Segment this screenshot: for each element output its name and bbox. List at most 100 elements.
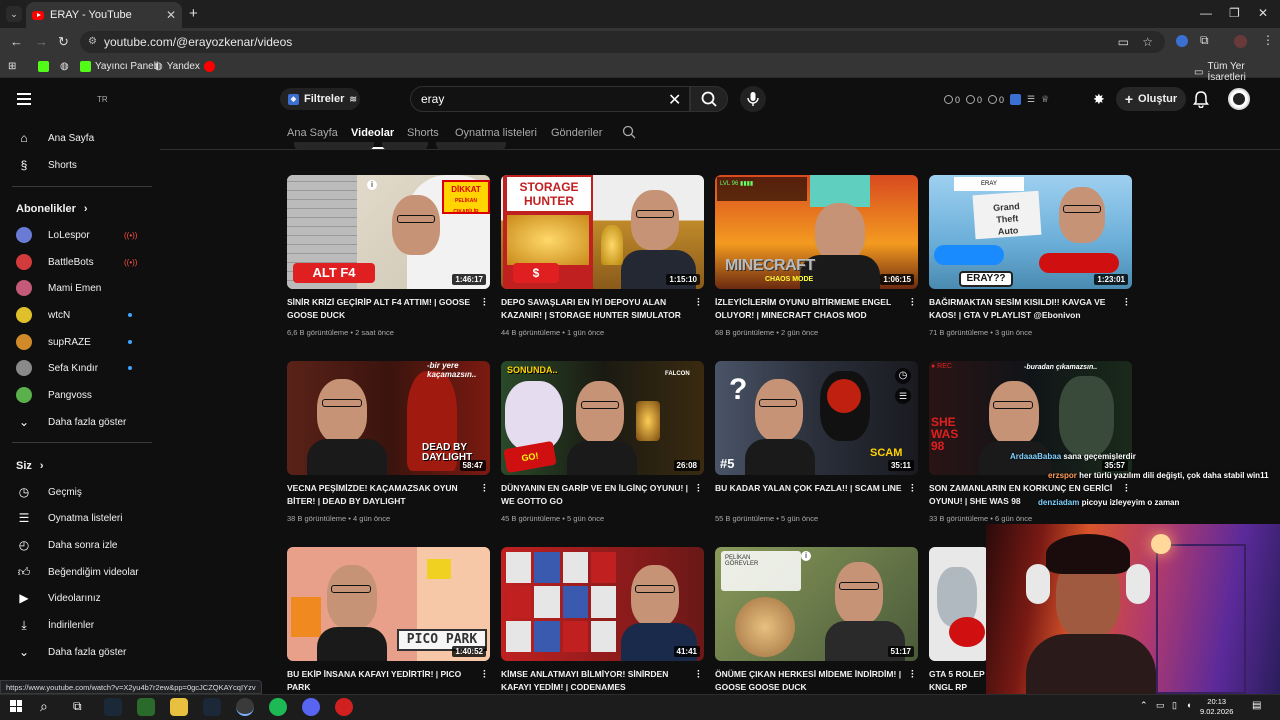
video-title[interactable]: GTA 5 ROLEP KNGL RP: [929, 668, 989, 694]
tab-posts[interactable]: Gönderiler: [551, 127, 602, 139]
apps-grid-icon[interactable]: ⊞: [8, 61, 16, 72]
video-thumbnail[interactable]: [929, 547, 989, 661]
extension-icon[interactable]: [1176, 35, 1188, 47]
video-title[interactable]: DEPO SAVAŞLARI EN İYİ DEPOYU ALAN KAZANI…: [501, 296, 691, 322]
sidebar-item-downloads[interactable]: ⤓ İndirilenler: [0, 612, 152, 638]
video-more-options-icon[interactable]: · · ·: [697, 481, 700, 497]
video-title[interactable]: BU KADAR YALAN ÇOK FAZLA!! | SCAM LINE: [715, 482, 905, 495]
sidebar-channel-mami-emen[interactable]: Mami Emen: [0, 275, 152, 301]
browser-menu-icon[interactable]: ⋮: [1262, 33, 1274, 47]
sort-chip[interactable]: [382, 142, 428, 150]
trophy-icon[interactable]: ♕: [1041, 94, 1049, 105]
video-thumbnail[interactable]: SONUNDA.. FALCON GO! 26:08: [501, 361, 704, 475]
file-explorer-icon[interactable]: [170, 698, 188, 716]
sidebar-you-show-more[interactable]: ⌄ Daha fazla göster: [0, 639, 152, 665]
tab-home[interactable]: Ana Sayfa: [287, 127, 338, 139]
back-button[interactable]: ←: [10, 34, 23, 49]
notification-center-icon[interactable]: ▤: [1252, 700, 1261, 711]
sparkle-extension-icon[interactable]: ✸: [1093, 91, 1105, 108]
sidebar-channel-lolespor[interactable]: LoLespor ((•)): [0, 222, 152, 248]
new-tab-button[interactable]: +: [189, 5, 198, 22]
chrome-taskbar-icon[interactable]: [236, 698, 254, 716]
video-thumbnail[interactable]: ? #5 SCAM ◷ ☰ 35:11: [715, 361, 918, 475]
video-more-options-icon[interactable]: · · ·: [911, 481, 914, 497]
bookmark-youtube[interactable]: [204, 61, 215, 72]
restore-button[interactable]: ❐: [1229, 6, 1240, 20]
watch-later-icon[interactable]: ◷: [895, 368, 911, 384]
video-thumbnail[interactable]: DİKKAT PELİKAN ÇIKABİLİR ALT F4 i 1:46:17: [287, 175, 490, 289]
subscriptions-header[interactable]: Abonelikler ›: [16, 203, 88, 215]
minimize-button[interactable]: —: [1200, 6, 1212, 20]
forward-button[interactable]: →: [35, 34, 48, 49]
app-taskbar-icon[interactable]: [137, 698, 155, 716]
tab-videos[interactable]: Videolar: [351, 127, 394, 139]
obs-taskbar-icon[interactable]: [335, 698, 353, 716]
window-close-button[interactable]: ✕: [1258, 6, 1268, 20]
account-avatar[interactable]: [1228, 88, 1250, 110]
sidebar-channel-wtcn[interactable]: wtcN: [0, 302, 152, 328]
video-title[interactable]: DÜNYANIN EN GARİP VE EN İLGİNÇ OYUNU! | …: [501, 482, 691, 508]
video-title[interactable]: BAĞIRMAKTAN SESİM KISILDI!! KAVGA VE KAO…: [929, 296, 1119, 322]
channel-search-icon[interactable]: [622, 125, 636, 144]
video-thumbnail[interactable]: LVL 96 ▮▮▮▮ MINECRAFT CHAOS MODE 1:06:15: [715, 175, 918, 289]
extensions-puzzle-icon[interactable]: ⧉: [1200, 33, 1209, 48]
create-button[interactable]: + Oluştur: [1116, 87, 1186, 111]
video-title[interactable]: İZLEYİCİLERİM OYUNU BİTİRMEME ENGEL OLUY…: [715, 296, 905, 322]
video-title[interactable]: ÖNÜME ÇIKAN HERKESİ MİDEME İNDİRDİM! | G…: [715, 668, 905, 694]
sidebar-channel-pangvoss[interactable]: Pangvoss: [0, 382, 152, 408]
menu-hamburger-icon[interactable]: [17, 93, 31, 105]
browser-tab[interactable]: ERAY - YouTube ✕: [26, 2, 182, 28]
spotify-taskbar-icon[interactable]: [269, 698, 287, 716]
taskbar-search-icon[interactable]: ⌕: [40, 698, 48, 715]
sidebar-channel-sefa-kindir[interactable]: Sefa Kındır: [0, 355, 152, 381]
video-thumbnail[interactable]: PELİKAN GÖREVLER i 51:17: [715, 547, 918, 661]
sidebar-channel-battlebots[interactable]: BattleBots ((•)): [0, 249, 152, 275]
battery-icon[interactable]: ▯: [1172, 700, 1177, 711]
sidebar-item-shorts[interactable]: § Shorts: [0, 152, 152, 178]
sidebar-item-liked[interactable]: 👍︎ Beğendiğim videolar: [0, 559, 152, 585]
video-more-options-icon[interactable]: · · ·: [483, 295, 486, 311]
bookmark-yayinci-paneli[interactable]: Yayıncı Paneli: [80, 61, 158, 72]
taskbar-clock[interactable]: 20:13 9.02.2026: [1200, 697, 1233, 717]
video-more-options-icon[interactable]: · · ·: [911, 295, 914, 311]
video-more-options-icon[interactable]: · · ·: [911, 667, 914, 683]
video-more-options-icon[interactable]: · · ·: [483, 667, 486, 683]
clear-search-icon[interactable]: ✕: [668, 90, 681, 110]
network-icon[interactable]: ▭: [1156, 700, 1165, 711]
bookmark-kick[interactable]: [38, 61, 49, 72]
volume-icon[interactable]: ◖: [1186, 700, 1191, 710]
task-view-icon[interactable]: ⧉: [73, 699, 82, 714]
add-to-queue-icon[interactable]: ☰: [895, 388, 911, 404]
voice-search-button[interactable]: [740, 86, 766, 112]
notifications-bell-icon[interactable]: [1193, 90, 1209, 113]
extension-badge-icon[interactable]: [1010, 94, 1022, 105]
tab-search-button[interactable]: ⌄: [6, 6, 22, 22]
cast-icon[interactable]: ▭: [1118, 31, 1129, 53]
video-thumbnail[interactable]: STORAGE HUNTER $ 1:15:10: [501, 175, 704, 289]
bookmark-globe-icon[interactable]: ◍: [60, 61, 69, 72]
sidebar-item-home[interactable]: ⌂ Ana Sayfa: [0, 125, 152, 151]
video-thumbnail[interactable]: PICO PARK 1:40:52: [287, 547, 490, 661]
video-thumbnail[interactable]: -bir yere kaçamazsın.. DEAD BY DAYLIGHT 5…: [287, 361, 490, 475]
tab-shorts[interactable]: Shorts: [407, 127, 439, 139]
bookmark-yandex[interactable]: ◍ Yandex: [154, 61, 200, 72]
video-title[interactable]: BU EKİP İNSANA KAFAYI YEDİRTİR! | PICO P…: [287, 668, 477, 694]
video-more-options-icon[interactable]: · · ·: [483, 481, 486, 497]
site-info-icon[interactable]: ⚙: [88, 31, 97, 53]
sidebar-item-playlists[interactable]: ☰ Oynatma listeleri: [0, 505, 152, 531]
video-thumbnail[interactable]: Grand Theft Auto ERAY ERAY?? 1:23:01: [929, 175, 1132, 289]
profile-avatar[interactable]: [1234, 35, 1247, 48]
filters-button[interactable]: ◆ Filtreler ≋: [280, 88, 360, 110]
sidebar-subs-show-more[interactable]: ⌄ Daha fazla göster: [0, 409, 152, 435]
discord-taskbar-icon[interactable]: [302, 698, 320, 716]
search-input[interactable]: eray: [410, 86, 690, 112]
video-thumbnail[interactable]: 41:41: [501, 547, 704, 661]
tab-close-icon[interactable]: ✕: [166, 8, 176, 22]
sidebar-item-history[interactable]: ◷ Geçmiş: [0, 479, 152, 505]
sort-chip[interactable]: [436, 142, 506, 150]
you-header[interactable]: Siz ›: [16, 460, 44, 472]
url-bar[interactable]: ⚙ youtube.com/@erayozkenar/videos ▭ ☆: [80, 31, 1165, 53]
video-title[interactable]: SİNİR KRİZİ GEÇİRİP ALT F4 ATTIM! | GOOS…: [287, 296, 477, 322]
sidebar-item-your-videos[interactable]: ▶ Videolarınız: [0, 585, 152, 611]
steam-taskbar-icon[interactable]: [104, 698, 122, 716]
